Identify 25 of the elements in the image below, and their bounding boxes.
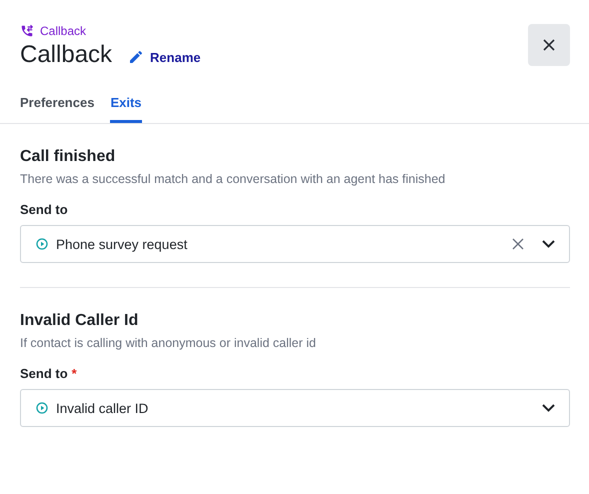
exit-title: Invalid Caller Id <box>20 312 140 330</box>
node-title: Callback <box>20 41 112 69</box>
node-type-label: Callback <box>40 24 86 38</box>
play-circle-icon <box>36 402 48 414</box>
chevron-down-icon[interactable] <box>542 240 555 248</box>
close-button[interactable] <box>528 24 570 66</box>
rename-button[interactable]: Rename <box>126 45 203 69</box>
pencil-icon <box>128 49 144 65</box>
tab[interactable]: Exits <box>110 91 142 123</box>
dropdown-value: Invalid caller ID <box>56 400 150 416</box>
clear-icon[interactable] <box>512 238 524 250</box>
tab[interactable]: Preferences <box>20 91 94 123</box>
chevron-down-icon[interactable] <box>542 404 555 412</box>
field-label: Send to <box>20 202 68 217</box>
field-label: Send to <box>20 366 68 381</box>
dropdown-value: Phone survey request <box>56 236 188 252</box>
exit-title: Call finished <box>20 148 116 166</box>
close-icon <box>543 39 555 51</box>
required-mark: * <box>72 366 77 381</box>
phone-arrows-icon <box>20 24 34 38</box>
send-to-dropdown[interactable]: Phone survey request <box>20 225 570 263</box>
exit-description: There was a successful match and a conversation with an agent has finished <box>20 172 446 186</box>
play-circle-icon <box>36 238 48 250</box>
exit-description: If contact is calling with anonymous or invalid caller id <box>20 336 317 350</box>
send-to-dropdown[interactable]: Invalid caller ID <box>20 389 570 427</box>
